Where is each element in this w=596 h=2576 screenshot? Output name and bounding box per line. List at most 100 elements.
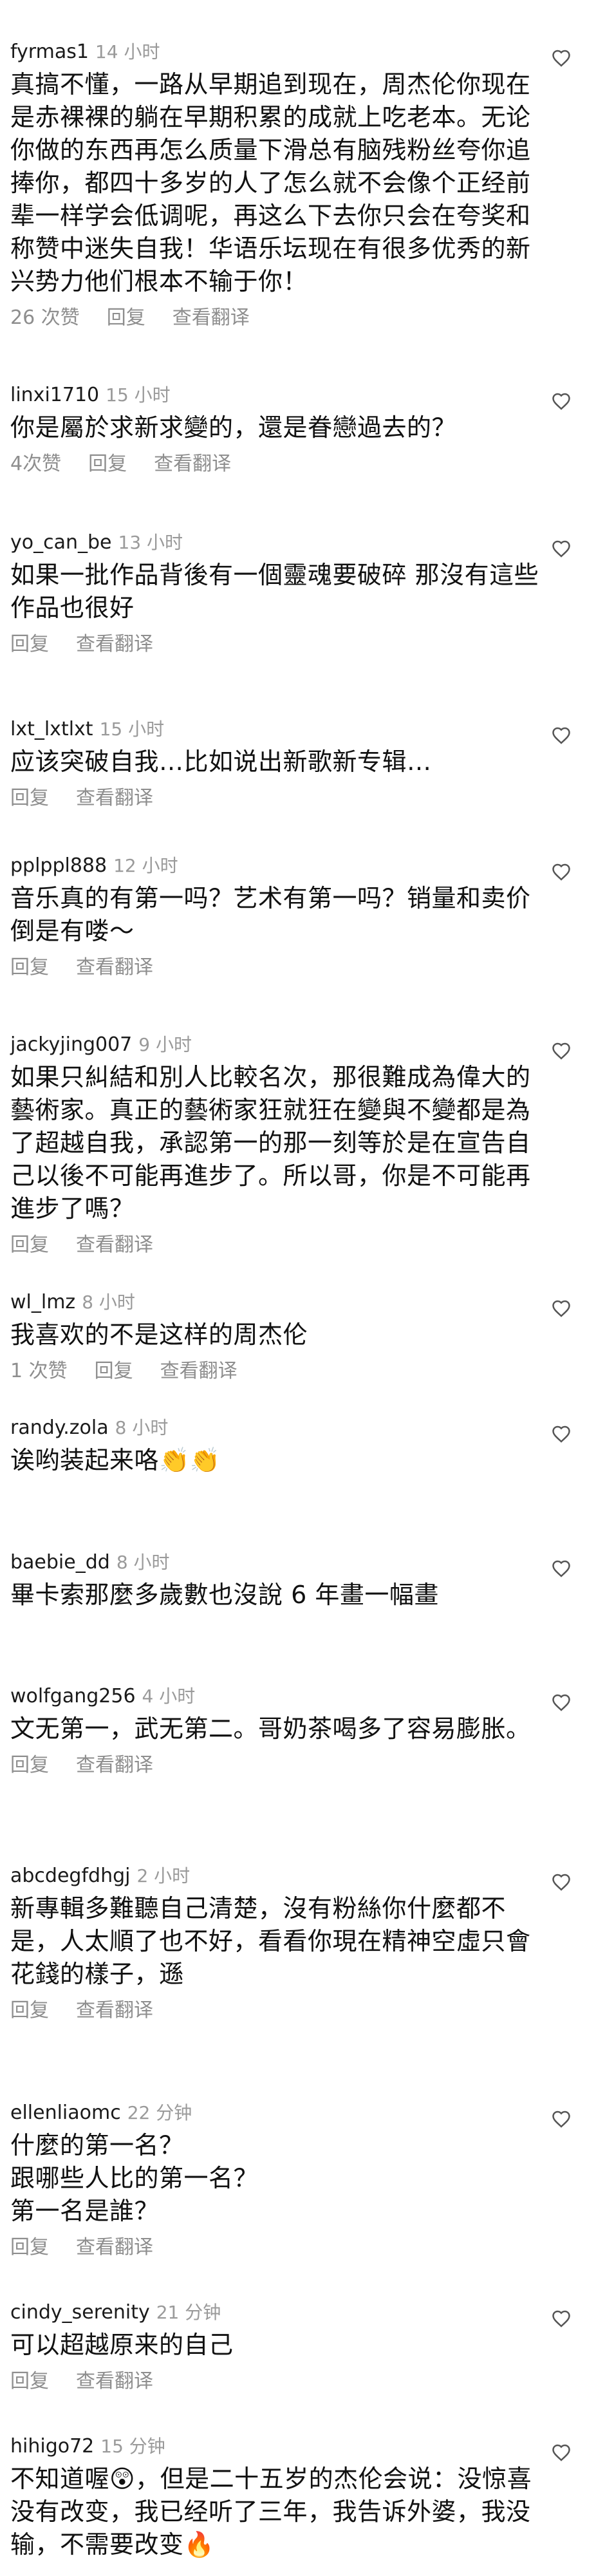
heart-outline-icon — [552, 727, 570, 744]
likes-count[interactable]: 1 次赞 — [10, 1359, 68, 1384]
comment-item: yo_can_be 13 小时 如果一批作品背後有一個靈魂要破碎 那沒有這些作品… — [0, 531, 596, 657]
comment-item: baebie_dd 8 小时 畢卡索那麼多歲數也沒說 6 年畫一幅畫 — [0, 1550, 596, 1612]
username[interactable]: pplppl888 — [10, 854, 107, 878]
reply-button[interactable]: 回复 — [10, 632, 49, 657]
reply-button[interactable]: 回复 — [95, 1359, 133, 1384]
username[interactable]: wl_lmz — [10, 1290, 75, 1315]
heart-outline-icon — [552, 1694, 570, 1711]
comment-meta: jackyjing007 9 小时 — [10, 1033, 542, 1057]
comment-meta: baebie_dd 8 小时 — [10, 1550, 542, 1575]
username[interactable]: hihigo72 — [10, 2434, 94, 2459]
reply-button[interactable]: 回复 — [10, 1753, 49, 1778]
like-button[interactable] — [548, 2441, 574, 2464]
comment-text: 真搞不懂，一路从早期追到现在，周杰伦你现在是赤裸裸的躺在早期积累的成就上吃老本。… — [10, 70, 531, 296]
heart-outline-icon — [552, 2111, 570, 2128]
username[interactable]: wolfgang256 — [10, 1684, 136, 1709]
like-button[interactable] — [548, 1557, 574, 1580]
comment-actions: 回复 查看翻译 — [10, 1753, 542, 1778]
comment-actions: 回复 查看翻译 — [10, 955, 542, 980]
translate-button[interactable]: 查看翻译 — [160, 1359, 237, 1384]
like-button[interactable] — [548, 860, 574, 883]
comment-actions: 4次赞 回复 查看翻译 — [10, 452, 542, 476]
username[interactable]: lxt_lxtlxt — [10, 717, 93, 742]
heart-outline-icon — [552, 540, 570, 558]
like-button[interactable] — [548, 1422, 574, 1445]
reply-button[interactable]: 回复 — [10, 955, 49, 980]
comment-text: 音乐真的有第一吗？艺术有第一吗？销量和卖价倒是有喽～ — [10, 884, 531, 945]
comment-item: abcdegfdhgj 2 小时 新專輯多難聽自己清楚，沒有粉絲你什麼都不是，人… — [0, 1864, 596, 2023]
comment-item: lxt_lxtlxt 15 小时 应该突破自我…比如说出新歌新专辑… 回复 查看… — [0, 717, 596, 811]
timestamp: 12 小时 — [113, 855, 178, 876]
heart-outline-icon — [552, 863, 570, 881]
comment-actions: 回复 查看翻译 — [10, 632, 542, 657]
translate-button[interactable]: 查看翻译 — [76, 632, 153, 657]
comment-actions: 回复 查看翻译 — [10, 786, 542, 811]
comment-item: pplppl888 12 小时 音乐真的有第一吗？艺术有第一吗？销量和卖价倒是有… — [0, 854, 596, 980]
username[interactable]: ellenliaomc — [10, 2101, 121, 2125]
timestamp: 15 分钟 — [100, 2436, 165, 2457]
like-button[interactable] — [548, 1039, 574, 1062]
comment-text: 可以超越原来的自己 — [10, 2331, 234, 2359]
translate-button[interactable]: 查看翻译 — [76, 2369, 153, 2394]
reply-button[interactable]: 回复 — [10, 786, 49, 811]
reply-button[interactable]: 回复 — [10, 1998, 49, 2023]
username[interactable]: linxi1710 — [10, 383, 99, 408]
reply-button[interactable]: 回复 — [10, 2235, 49, 2260]
comment-item: jackyjing007 9 小时 如果只糾結和別人比較名次，那很難成為偉大的藝… — [0, 1033, 596, 1257]
translate-button[interactable]: 查看翻译 — [76, 1998, 153, 2023]
likes-count[interactable]: 26 次赞 — [10, 306, 80, 330]
translate-button[interactable]: 查看翻译 — [76, 955, 153, 980]
like-button[interactable] — [548, 1691, 574, 1714]
timestamp: 14 小时 — [95, 41, 160, 62]
reply-button[interactable]: 回复 — [10, 1233, 49, 1257]
translate-button[interactable]: 查看翻译 — [76, 1753, 153, 1778]
like-button[interactable] — [548, 2307, 574, 2330]
like-button[interactable] — [548, 1870, 574, 1894]
like-button[interactable] — [548, 724, 574, 747]
comment-text: 你是屬於求新求變的，還是眷戀過去的？ — [10, 413, 457, 442]
comment-meta: fyrmas1 14 小时 — [10, 40, 542, 64]
translate-button[interactable]: 查看翻译 — [172, 306, 250, 330]
comment-text: 畢卡索那麼多歲數也沒說 6 年畫一幅畫 — [10, 1581, 439, 1609]
comment-actions: 回复 查看翻译 — [10, 2369, 542, 2394]
username[interactable]: cindy_serenity — [10, 2300, 150, 2325]
like-button[interactable] — [548, 537, 574, 560]
username[interactable]: fyrmas1 — [10, 40, 89, 64]
username[interactable]: baebie_dd — [10, 1550, 110, 1575]
comment-meta: lxt_lxtlxt 15 小时 — [10, 717, 542, 742]
reply-button[interactable]: 回复 — [10, 2369, 49, 2394]
heart-outline-icon — [552, 1874, 570, 1891]
heart-outline-icon — [552, 1425, 570, 1443]
reply-button[interactable]: 回复 — [107, 306, 145, 330]
username[interactable]: abcdegfdhgj — [10, 1864, 130, 1888]
translate-button[interactable]: 查看翻译 — [76, 786, 153, 811]
heart-outline-icon — [552, 2310, 570, 2327]
like-button[interactable] — [548, 390, 574, 413]
username[interactable]: jackyjing007 — [10, 1033, 132, 1057]
likes-count[interactable]: 4次赞 — [10, 452, 61, 476]
heart-outline-icon — [552, 50, 570, 67]
like-button[interactable] — [548, 2107, 574, 2130]
timestamp: 8 小时 — [82, 1292, 135, 1313]
reply-button[interactable]: 回复 — [88, 452, 127, 476]
comment-item: hihigo72 15 分钟 不知道喔😲，但是二十五岁的杰伦会说：没惊喜没有改变… — [0, 2434, 596, 2561]
timestamp: 15 小时 — [106, 384, 171, 406]
heart-outline-icon — [552, 2444, 570, 2461]
comment-text: 我喜欢的不是这样的周杰伦 — [10, 1321, 308, 1349]
username[interactable]: randy.zola — [10, 1416, 109, 1440]
comment-meta: pplppl888 12 小时 — [10, 854, 542, 878]
like-button[interactable] — [548, 1297, 574, 1320]
comment-text: 新專輯多難聽自己清楚，沒有粉絲你什麼都不是，人太順了也不好，看看你現在精神空虛只… — [10, 1894, 531, 1988]
comment-meta: wolfgang256 4 小时 — [10, 1684, 542, 1709]
translate-button[interactable]: 查看翻译 — [76, 2235, 153, 2260]
username[interactable]: yo_can_be — [10, 531, 112, 555]
comment-text: 应该突破自我…比如说出新歌新专辑… — [10, 747, 432, 776]
translate-button[interactable]: 查看翻译 — [154, 452, 231, 476]
timestamp: 8 小时 — [115, 1417, 169, 1438]
translate-button[interactable]: 查看翻译 — [76, 1233, 153, 1257]
comment-meta: ellenliaomc 22 分钟 — [10, 2101, 542, 2125]
like-button[interactable] — [548, 46, 574, 70]
timestamp: 21 分钟 — [156, 2302, 221, 2323]
comment-text: 不知道喔😲，但是二十五岁的杰伦会说：没惊喜没有改变，我已经听了三年，我告诉外婆，… — [10, 2465, 532, 2559]
comment-text: 什麼的第一名？ 跟哪些人比的第一名？ 第一名是誰？ — [10, 2131, 259, 2225]
